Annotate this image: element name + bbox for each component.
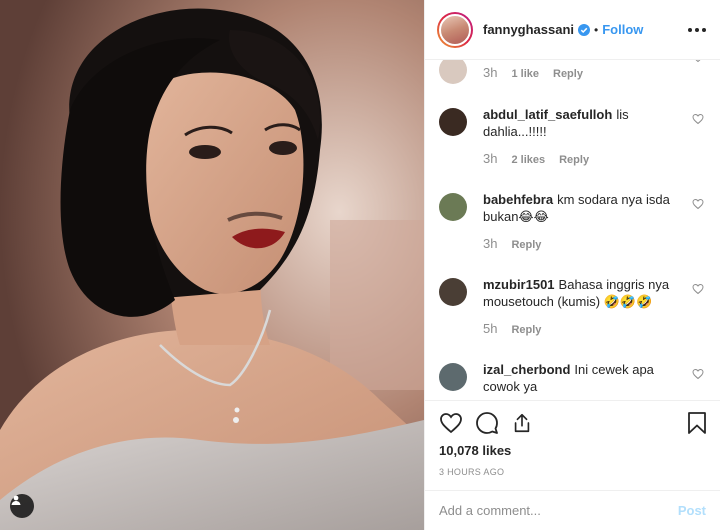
author-avatar-image — [439, 13, 471, 46]
comment-reply-button[interactable]: Reply — [511, 322, 541, 339]
portrait-illustration — [0, 0, 424, 530]
commenter-avatar[interactable] — [439, 363, 467, 391]
post-header: fannyghassani • Follow — [425, 0, 720, 60]
commenter-avatar[interactable] — [439, 60, 467, 84]
bookmark-save-icon[interactable] — [686, 411, 708, 435]
likes-count[interactable]: 10,078 likes — [439, 443, 708, 458]
comment-reply-button[interactable]: Reply — [553, 66, 583, 83]
comment-like-heart-icon[interactable] — [692, 197, 704, 215]
comment-reply-button[interactable]: Reply — [559, 152, 589, 169]
comment-reply-button[interactable]: Reply — [511, 237, 541, 254]
follow-button[interactable]: Follow — [602, 22, 643, 37]
comment-like-heart-icon[interactable] — [692, 60, 704, 68]
commenter-username[interactable]: izal_cherbond — [483, 362, 570, 377]
comment-like-heart-icon[interactable] — [692, 282, 704, 300]
like-heart-icon[interactable] — [439, 411, 463, 435]
more-options-icon[interactable] — [688, 27, 706, 32]
share-icon[interactable] — [511, 412, 533, 434]
post-actions: 10,078 likes 3 hours ago — [425, 400, 720, 490]
comment-item: abdul_latif_saefulloh lis dahlia...!!!!! … — [439, 106, 704, 169]
comment-time[interactable]: 3h — [483, 64, 497, 81]
post-timestamp[interactable]: 3 hours ago — [439, 467, 708, 477]
comment-item: mzubir1501 Bahasa inggris nya mousetouch … — [439, 276, 704, 339]
commenter-username[interactable]: mzubir1501 — [483, 277, 555, 292]
comment-input[interactable] — [439, 503, 678, 518]
header-separator: • — [594, 22, 599, 37]
commenter-avatar[interactable] — [439, 108, 467, 136]
post-comment-button[interactable]: Post — [678, 503, 706, 518]
comment-like-heart-icon[interactable] — [692, 367, 704, 385]
comment-item: babehfebra km sodara nya isda bukan😂😂 3h … — [439, 191, 704, 254]
comment-item: 3h 1 like Reply — [439, 60, 704, 84]
commenter-avatar[interactable] — [439, 278, 467, 306]
post-photo[interactable] — [0, 0, 424, 530]
comment-time[interactable]: 3h — [483, 235, 497, 252]
comment-bubble-icon[interactable] — [475, 411, 499, 435]
comment-likes[interactable]: 2 likes — [511, 152, 545, 169]
commenter-username[interactable]: abdul_latif_saefulloh — [483, 107, 612, 122]
comment-time[interactable]: 3h — [483, 150, 497, 167]
instagram-post: fannyghassani • Follow 3h 1 like Reply a… — [0, 0, 720, 530]
tagged-user-icon[interactable] — [10, 494, 34, 518]
author-username[interactable]: fannyghassani — [483, 22, 574, 37]
add-comment-bar: Post — [425, 490, 720, 530]
verified-badge-icon — [578, 23, 591, 36]
comment-item: izal_cherbond Ini cewek apa cowok ya — [439, 361, 704, 395]
comments-list[interactable]: 3h 1 like Reply abdul_latif_saefulloh lis… — [425, 60, 720, 400]
comment-time[interactable]: 5h — [483, 320, 497, 337]
post-side-panel: fannyghassani • Follow 3h 1 like Reply a… — [424, 0, 720, 530]
comment-likes[interactable]: 1 like — [511, 66, 539, 83]
comment-like-heart-icon[interactable] — [692, 112, 704, 130]
author-avatar[interactable] — [437, 11, 473, 48]
commenter-username[interactable]: babehfebra — [483, 192, 553, 207]
commenter-avatar[interactable] — [439, 193, 467, 221]
